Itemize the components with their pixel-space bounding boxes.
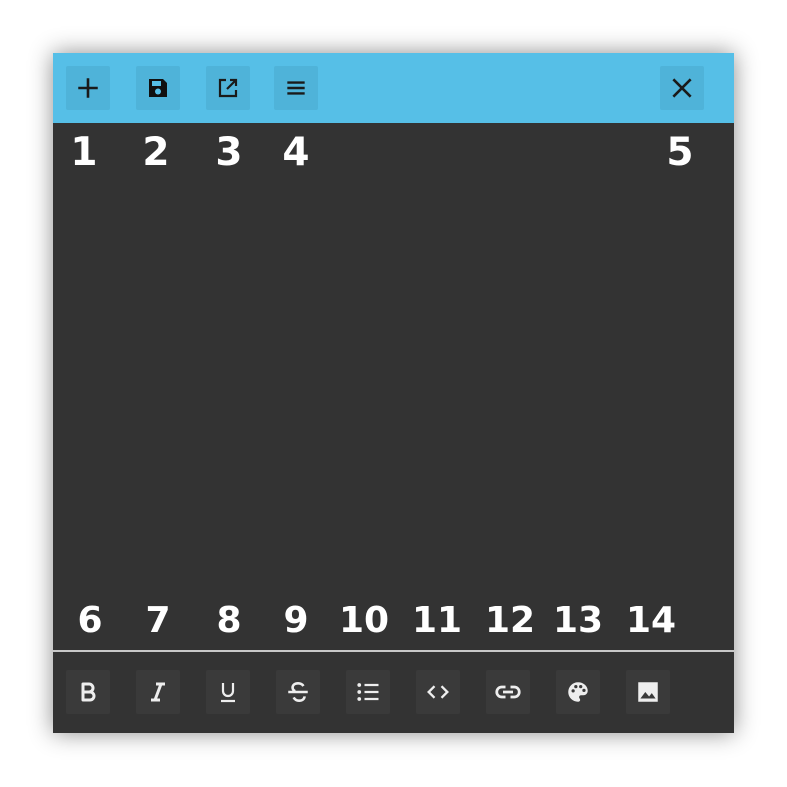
- underline-button[interactable]: [206, 670, 250, 714]
- bold-button[interactable]: [66, 670, 110, 714]
- save-button[interactable]: [136, 66, 180, 110]
- insert-image-button[interactable]: [626, 670, 670, 714]
- format-toolbar: [53, 652, 734, 733]
- underline-icon: [221, 683, 235, 703]
- note-editor-area[interactable]: [53, 123, 734, 650]
- image-icon: [638, 682, 658, 702]
- callout-number: 12: [484, 600, 536, 641]
- callout-number: 7: [145, 600, 171, 641]
- close-button[interactable]: [660, 66, 704, 110]
- title-bar: [53, 53, 734, 123]
- callout-number: 5: [666, 130, 694, 175]
- strikethrough-button[interactable]: [276, 670, 320, 714]
- code-icon: [427, 685, 449, 699]
- close-icon: [672, 78, 692, 98]
- menu-icon: [287, 81, 305, 95]
- open-external-button[interactable]: [206, 66, 250, 110]
- bold-icon: [81, 682, 96, 702]
- link-icon: [495, 685, 521, 699]
- callout-number: 13: [552, 600, 604, 641]
- callout-number: 10: [338, 600, 390, 641]
- save-icon: [149, 79, 167, 97]
- callout-number: 14: [625, 600, 677, 641]
- callout-number: 11: [411, 600, 463, 641]
- palette-icon: [568, 682, 588, 702]
- callout-number: 2: [142, 130, 170, 175]
- strikethrough-icon: [288, 682, 308, 702]
- code-button[interactable]: [416, 670, 460, 714]
- add-icon: [78, 78, 98, 98]
- bullet-list-button[interactable]: [346, 670, 390, 714]
- bullet-list-icon: [357, 683, 379, 701]
- callout-number: 3: [215, 130, 243, 175]
- callout-number: 8: [216, 600, 242, 641]
- callout-number: 4: [282, 130, 310, 175]
- open-external-icon: [218, 78, 238, 98]
- italic-button[interactable]: [136, 670, 180, 714]
- link-button[interactable]: [486, 670, 530, 714]
- new-note-button[interactable]: [66, 66, 110, 110]
- note-window: 1 2 3 4 5 6 7 8 9 10 11 12 13 14: [53, 53, 734, 733]
- menu-button[interactable]: [274, 66, 318, 110]
- callout-number: 9: [283, 600, 309, 641]
- callout-number: 6: [77, 600, 103, 641]
- italic-icon: [151, 682, 165, 702]
- callout-number: 1: [70, 130, 98, 175]
- text-color-button[interactable]: [556, 670, 600, 714]
